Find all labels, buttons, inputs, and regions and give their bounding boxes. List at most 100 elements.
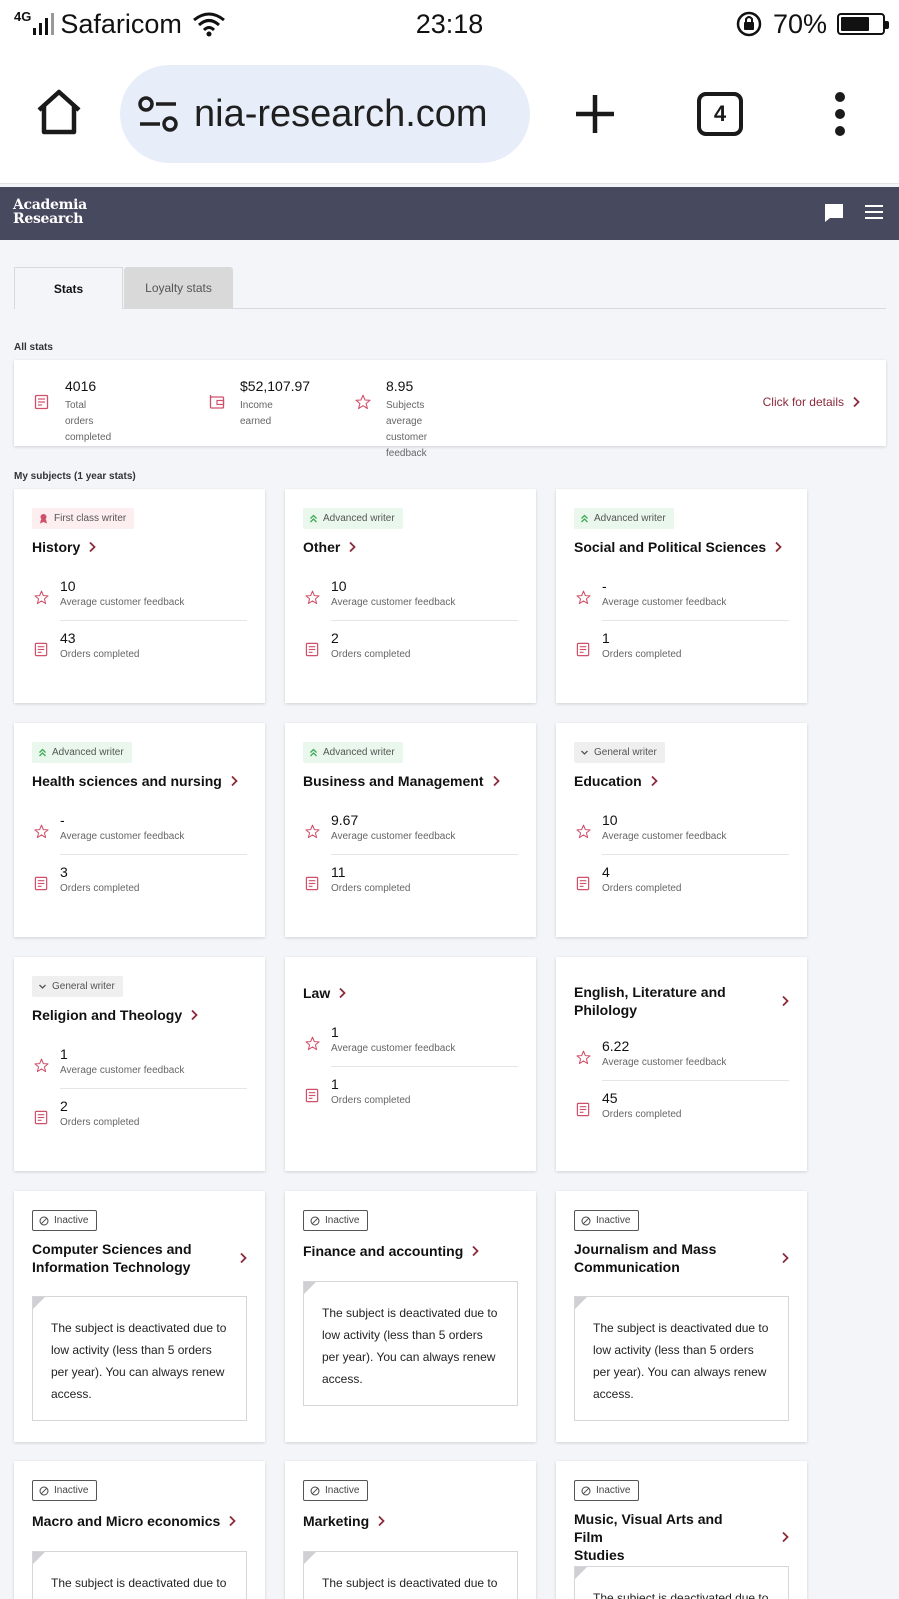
subject-title[interactable]: Education <box>574 772 789 790</box>
battery-percent: 70% <box>772 8 827 39</box>
chat-icon[interactable] <box>824 203 844 223</box>
rotation-lock-icon <box>736 11 762 37</box>
chevron-right-icon <box>782 995 789 1007</box>
orders-value: 2 <box>331 630 339 646</box>
new-tab-icon[interactable] <box>573 92 617 136</box>
income-value: $52,107.97 <box>240 378 311 394</box>
address-bar[interactable]: nia-research.com <box>120 65 530 163</box>
deactivation-notice: The subject is deactivated due to low ac… <box>574 1296 789 1421</box>
subject-card-computer-sciences[interactable]: Inactive Computer Sciences and Informatio… <box>14 1191 265 1442</box>
divider <box>602 1080 789 1081</box>
subject-card-law[interactable]: Law 1 Average customer feedback 1 Orders… <box>285 957 536 1171</box>
blocked-icon <box>310 1486 320 1495</box>
star-icon <box>305 590 320 605</box>
subject-title[interactable]: Marketing <box>303 1512 518 1530</box>
hamburger-menu-icon[interactable] <box>865 205 883 219</box>
average-feedback-label: Subjects average customer <box>386 400 428 443</box>
tab-switcher-button[interactable]: 4 <box>697 92 743 136</box>
feedback-metric: 10 Average customer feedback <box>32 578 247 624</box>
feedback-label: Average customer feedback <box>602 831 727 842</box>
feedback-label: Average customer feedback <box>331 597 456 608</box>
battery-icon <box>837 13 889 35</box>
subject-title[interactable]: History <box>32 538 247 556</box>
feedback-label: Average customer feedback <box>60 831 185 842</box>
subject-title[interactable]: Law <box>303 984 518 1002</box>
deactivation-notice: The subject is deactivated due to low ac… <box>303 1281 518 1406</box>
subject-card-marketing[interactable]: Inactive Marketing The subject is deacti… <box>285 1461 536 1599</box>
tab-loyalty-stats[interactable]: Loyalty stats <box>124 267 233 309</box>
subject-title[interactable]: Music, Visual Arts and Film Studies <box>574 1510 789 1564</box>
subject-card-history[interactable]: First class writer History 10 Average cu… <box>14 489 265 703</box>
feedback-label: Average customer feedback <box>602 1057 727 1068</box>
star-icon <box>34 824 49 839</box>
chevron-right-icon <box>472 1245 480 1257</box>
feedback-value: - <box>602 578 607 594</box>
browser-menu-icon[interactable] <box>828 92 852 136</box>
subject-title[interactable]: Business and Management <box>303 772 518 790</box>
chevron-right-icon <box>231 775 238 787</box>
feedback-metric: 6.22 Average customer feedback <box>574 1038 789 1084</box>
site-settings-icon[interactable] <box>136 94 180 134</box>
subject-card-macro-micro-economics[interactable]: Inactive Macro and Micro economics The s… <box>14 1461 265 1599</box>
subject-title[interactable]: Health sciences and nursing <box>32 772 247 790</box>
stats-tabs: Stats Loyalty stats <box>14 267 886 309</box>
subject-title[interactable]: Other <box>303 538 518 556</box>
feedback-label: Average customer feedback <box>331 831 456 842</box>
signal-icon <box>33 13 55 35</box>
inactive-badge: Inactive <box>32 1210 98 1231</box>
orders-metric: 2 Orders completed <box>32 1098 247 1144</box>
subject-title[interactable]: Religion and Theology <box>32 1006 247 1024</box>
subject-card-religion-theology[interactable]: General writer Religion and Theology 1 A… <box>14 957 265 1171</box>
academia-research-logo[interactable]: Academia Research <box>13 198 87 226</box>
status-bar: 4G Safaricom 23:18 70% <box>0 0 899 48</box>
chevron-down-icon <box>39 984 46 989</box>
star-icon <box>34 1058 49 1073</box>
subject-card-social-political-sciences[interactable]: Advanced writer Social and Political Sci… <box>556 489 807 703</box>
subject-card-music-visual-arts-film[interactable]: Inactive Music, Visual Arts and Film Stud… <box>556 1461 807 1599</box>
subject-title[interactable]: Social and Political Sciences <box>574 538 789 556</box>
subject-card-finance-accounting[interactable]: Inactive Finance and accounting The subj… <box>285 1191 536 1442</box>
subject-card-other[interactable]: Advanced writer Other 10 Average custome… <box>285 489 536 703</box>
feedback-label: Average customer feedback <box>602 597 727 608</box>
subject-card-health-sciences-nursing[interactable]: Advanced writer Health sciences and nurs… <box>14 723 265 937</box>
inactive-badge: Inactive <box>303 1210 369 1231</box>
writer-level-badge: First class writer <box>32 508 135 529</box>
chevron-right-icon <box>378 1515 385 1527</box>
divider <box>60 1088 247 1089</box>
subject-title[interactable]: English, Literature and Philology <box>574 983 789 1019</box>
home-icon[interactable] <box>34 88 84 138</box>
all-stats-card: 4016 Total orders completed $52,107.97 I… <box>14 360 886 459</box>
blocked-icon <box>310 1216 320 1225</box>
network-type: 4G <box>14 8 32 24</box>
chevron-right-icon <box>853 396 860 408</box>
subject-title[interactable]: Finance and accounting <box>303 1242 518 1260</box>
feedback-value: 1 <box>60 1046 68 1062</box>
divider <box>602 854 789 855</box>
subject-card-journalism-mass-communication[interactable]: Inactive Journalism and Mass Communicatio… <box>556 1191 807 1442</box>
subject-card-business-management[interactable]: Advanced writer Business and Management … <box>285 723 536 937</box>
feedback-value: 1 <box>331 1024 339 1040</box>
star-icon <box>305 1036 320 1051</box>
orders-metric: 1 Orders completed <box>574 630 789 676</box>
income-label: Income <box>240 400 273 411</box>
orders-list-icon <box>305 1088 319 1103</box>
double-chevron-up-icon <box>310 748 317 757</box>
subject-title[interactable]: Journalism and Mass Communication <box>574 1240 789 1276</box>
orders-value: 45 <box>602 1090 618 1106</box>
my-subjects-heading: My subjects (1 year stats) <box>14 471 136 482</box>
inactive-badge: Inactive <box>32 1480 98 1501</box>
orders-label: Orders completed <box>331 883 411 894</box>
subject-title[interactable]: Computer Sciences and Information Technol… <box>32 1240 247 1276</box>
orders-label: Orders completed <box>60 883 140 894</box>
chevron-right-icon <box>339 987 347 999</box>
tab-stats[interactable]: Stats <box>14 267 123 309</box>
feedback-metric: 10 Average customer feedback <box>303 578 518 624</box>
click-for-details-link[interactable]: Click for details <box>763 395 860 409</box>
subject-title[interactable]: Macro and Micro economics <box>32 1512 247 1530</box>
subject-card-english-literature-philology[interactable]: English, Literature and Philology 6.22 Av… <box>556 957 807 1171</box>
divider <box>60 620 247 621</box>
subject-card-education[interactable]: General writer Education 10 Average cust… <box>556 723 807 937</box>
feedback-metric: 10 Average customer feedback <box>574 812 789 858</box>
chevron-right-icon <box>492 775 500 787</box>
chevron-right-icon <box>89 541 97 553</box>
